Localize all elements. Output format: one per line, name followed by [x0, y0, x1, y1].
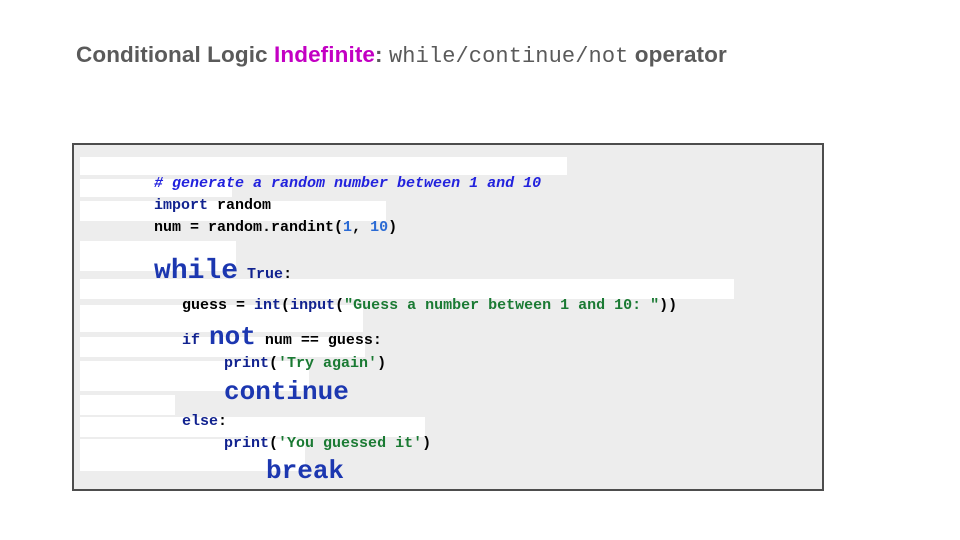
- token-close-parens: )): [659, 297, 678, 314]
- title-colon: :: [375, 42, 389, 67]
- token-while-colon: :: [283, 266, 293, 283]
- code-block: # generate a random number between 1 and…: [72, 143, 824, 491]
- token-continue-keyword: continue: [224, 377, 349, 407]
- slide: Conditional Logic Indefinite: while/cont…: [0, 0, 960, 540]
- token-num-close-paren: ): [388, 219, 398, 236]
- token-prompt-string: "Guess a number between 1 and 10: ": [344, 297, 660, 314]
- token-num-arg-high: 10: [370, 219, 389, 236]
- token-while-true: True: [247, 266, 284, 283]
- token-num-comma: ,: [352, 219, 371, 236]
- token-num-arg-low: 1: [343, 219, 353, 236]
- token-print-close-paren-1: ): [377, 355, 387, 372]
- token-break-keyword: break: [266, 456, 345, 486]
- token-num-assign-call: num = random.randint(: [154, 219, 344, 236]
- title-accent: Indefinite: [274, 42, 376, 67]
- token-print-close-paren-2: ): [422, 435, 432, 452]
- title-mono-keywords: while/continue/not: [388, 44, 629, 69]
- code-content: # generate a random number between 1 and…: [74, 145, 822, 489]
- page-title: Conditional Logic Indefinite: while/cont…: [76, 42, 727, 69]
- title-suffix: operator: [628, 42, 727, 67]
- code-line-break: break: [194, 443, 344, 499]
- title-prefix: Conditional Logic: [76, 42, 275, 67]
